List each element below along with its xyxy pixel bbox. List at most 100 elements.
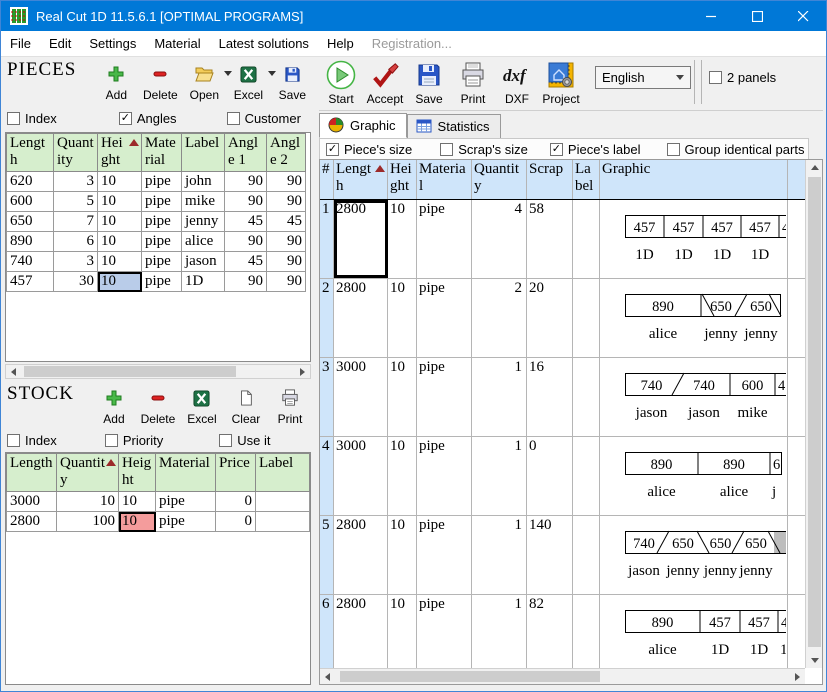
cell[interactable]: 620 bbox=[7, 172, 54, 192]
result-scrap-cell[interactable]: 82 bbox=[527, 595, 573, 668]
result-scrap-cell[interactable]: 140 bbox=[527, 516, 573, 594]
cell[interactable]: mike bbox=[182, 192, 225, 212]
result-material-cell[interactable]: pipe bbox=[417, 437, 472, 515]
result-material-cell[interactable]: pipe bbox=[417, 200, 472, 278]
pieces-add-button[interactable]: Add bbox=[94, 59, 138, 102]
cell[interactable]: 10 bbox=[98, 172, 142, 192]
results-column-header-material[interactable]: Material bbox=[417, 160, 472, 199]
cell[interactable]: alice bbox=[182, 232, 225, 252]
column-header-angle-1[interactable]: Angle 1 bbox=[225, 134, 267, 172]
column-header-height[interactable]: Height bbox=[98, 134, 142, 172]
cell[interactable]: pipe bbox=[156, 512, 216, 532]
close-button[interactable] bbox=[780, 1, 826, 31]
result-height-cell[interactable]: 10 bbox=[388, 437, 417, 515]
result-num-cell[interactable]: 2 bbox=[320, 279, 334, 357]
cell[interactable]: 10 bbox=[98, 232, 142, 252]
results-column-header-length[interactable]: Length bbox=[334, 160, 388, 199]
cell[interactable]: 45 bbox=[225, 252, 267, 272]
graphic-checkbox-group-identical-parts[interactable]: Group identical parts bbox=[667, 142, 805, 157]
cell[interactable]: 10 bbox=[98, 192, 142, 212]
result-height-cell[interactable]: 10 bbox=[388, 595, 417, 668]
cell[interactable] bbox=[256, 512, 310, 532]
cell[interactable]: 3 bbox=[54, 252, 98, 272]
result-height-cell[interactable]: 10 bbox=[388, 516, 417, 594]
result-label-cell[interactable] bbox=[573, 358, 600, 436]
result-quantity-cell[interactable]: 1 bbox=[472, 358, 527, 436]
menu-file[interactable]: File bbox=[1, 32, 40, 55]
cell[interactable]: 10 bbox=[98, 212, 142, 232]
cell[interactable]: jason bbox=[182, 252, 225, 272]
pieces-checkbox-angles[interactable]: ✓Angles bbox=[119, 111, 177, 126]
cell[interactable]: pipe bbox=[142, 232, 182, 252]
menu-edit[interactable]: Edit bbox=[40, 32, 80, 55]
cell[interactable]: 90 bbox=[267, 252, 306, 272]
stock-checkbox-use-it[interactable]: Use it bbox=[219, 433, 270, 448]
cell[interactable]: 90 bbox=[267, 172, 306, 192]
results-column-header-label[interactable]: Label bbox=[573, 160, 600, 199]
result-height-cell[interactable]: 10 bbox=[388, 200, 417, 278]
accept-button[interactable]: Accept bbox=[363, 58, 407, 106]
cell[interactable]: 740 bbox=[7, 252, 54, 272]
cell[interactable]: 0 bbox=[216, 492, 256, 512]
result-quantity-cell[interactable]: 2 bbox=[472, 279, 527, 357]
column-header-height[interactable]: Height bbox=[119, 454, 156, 492]
cell[interactable]: 30 bbox=[54, 272, 98, 292]
result-material-cell[interactable]: pipe bbox=[417, 516, 472, 594]
cell[interactable]: 3 bbox=[54, 172, 98, 192]
cell[interactable]: pipe bbox=[142, 252, 182, 272]
cell[interactable]: pipe bbox=[142, 212, 182, 232]
cell[interactable]: 90 bbox=[267, 232, 306, 252]
cell[interactable]: 6 bbox=[54, 232, 98, 252]
pieces-checkbox-index[interactable]: Index bbox=[7, 111, 57, 126]
column-header-material[interactable]: Material bbox=[156, 454, 216, 492]
cell[interactable]: 1D bbox=[182, 272, 225, 292]
minimize-button[interactable] bbox=[688, 1, 734, 31]
cell[interactable]: 90 bbox=[225, 232, 267, 252]
cell[interactable]: john bbox=[182, 172, 225, 192]
column-header-material[interactable]: Material bbox=[142, 134, 182, 172]
result-length-cell[interactable]: 2800 bbox=[334, 516, 388, 594]
cell[interactable]: pipe bbox=[142, 272, 182, 292]
cell[interactable]: pipe bbox=[142, 192, 182, 212]
result-scrap-cell[interactable]: 20 bbox=[527, 279, 573, 357]
results-hscrollbar[interactable] bbox=[320, 668, 805, 684]
result-quantity-cell[interactable]: 4 bbox=[472, 200, 527, 278]
results-column-header--[interactable]: # bbox=[320, 160, 334, 199]
start-button[interactable]: Start bbox=[319, 58, 363, 106]
cell[interactable]: 3000 bbox=[7, 492, 57, 512]
cell[interactable]: 100 bbox=[57, 512, 119, 532]
result-length-cell[interactable]: 2800 bbox=[334, 595, 388, 668]
results-vscrollbar[interactable] bbox=[805, 160, 822, 668]
result-length-cell[interactable]: 3000 bbox=[334, 437, 388, 515]
pieces-open-button[interactable]: Open bbox=[182, 59, 226, 102]
tab-statistics[interactable]: Statistics bbox=[407, 114, 501, 138]
save-button[interactable]: Save bbox=[407, 58, 451, 106]
result-num-cell[interactable]: 3 bbox=[320, 358, 334, 436]
result-num-cell[interactable]: 6 bbox=[320, 595, 334, 668]
column-header-price[interactable]: Price bbox=[216, 454, 256, 492]
result-quantity-cell[interactable]: 1 bbox=[472, 437, 527, 515]
stock-excel-button[interactable]: Excel bbox=[180, 383, 224, 426]
result-scrap-cell[interactable]: 0 bbox=[527, 437, 573, 515]
cell[interactable]: 10 bbox=[119, 492, 156, 512]
pieces-delete-button[interactable]: Delete bbox=[138, 59, 182, 102]
cell[interactable]: 457 bbox=[7, 272, 54, 292]
project-button[interactable]: Project bbox=[539, 58, 583, 106]
menu-settings[interactable]: Settings bbox=[80, 32, 145, 55]
cell[interactable]: 10 bbox=[57, 492, 119, 512]
result-label-cell[interactable] bbox=[573, 595, 600, 668]
stock-print-button[interactable]: Print bbox=[268, 383, 311, 426]
result-quantity-cell[interactable]: 1 bbox=[472, 516, 527, 594]
cell[interactable]: 0 bbox=[216, 512, 256, 532]
cell[interactable]: 45 bbox=[225, 212, 267, 232]
column-header-length[interactable]: Length bbox=[7, 454, 57, 492]
result-num-cell[interactable]: 1 bbox=[320, 200, 334, 278]
print-button[interactable]: Print bbox=[451, 58, 495, 106]
result-material-cell[interactable]: pipe bbox=[417, 595, 472, 668]
cell[interactable]: 90 bbox=[225, 172, 267, 192]
cell[interactable]: 45 bbox=[267, 212, 306, 232]
result-scrap-cell[interactable]: 16 bbox=[527, 358, 573, 436]
column-header-quantity[interactable]: Quantity bbox=[57, 454, 119, 492]
cell[interactable]: 650 bbox=[7, 212, 54, 232]
cell[interactable]: pipe bbox=[142, 172, 182, 192]
